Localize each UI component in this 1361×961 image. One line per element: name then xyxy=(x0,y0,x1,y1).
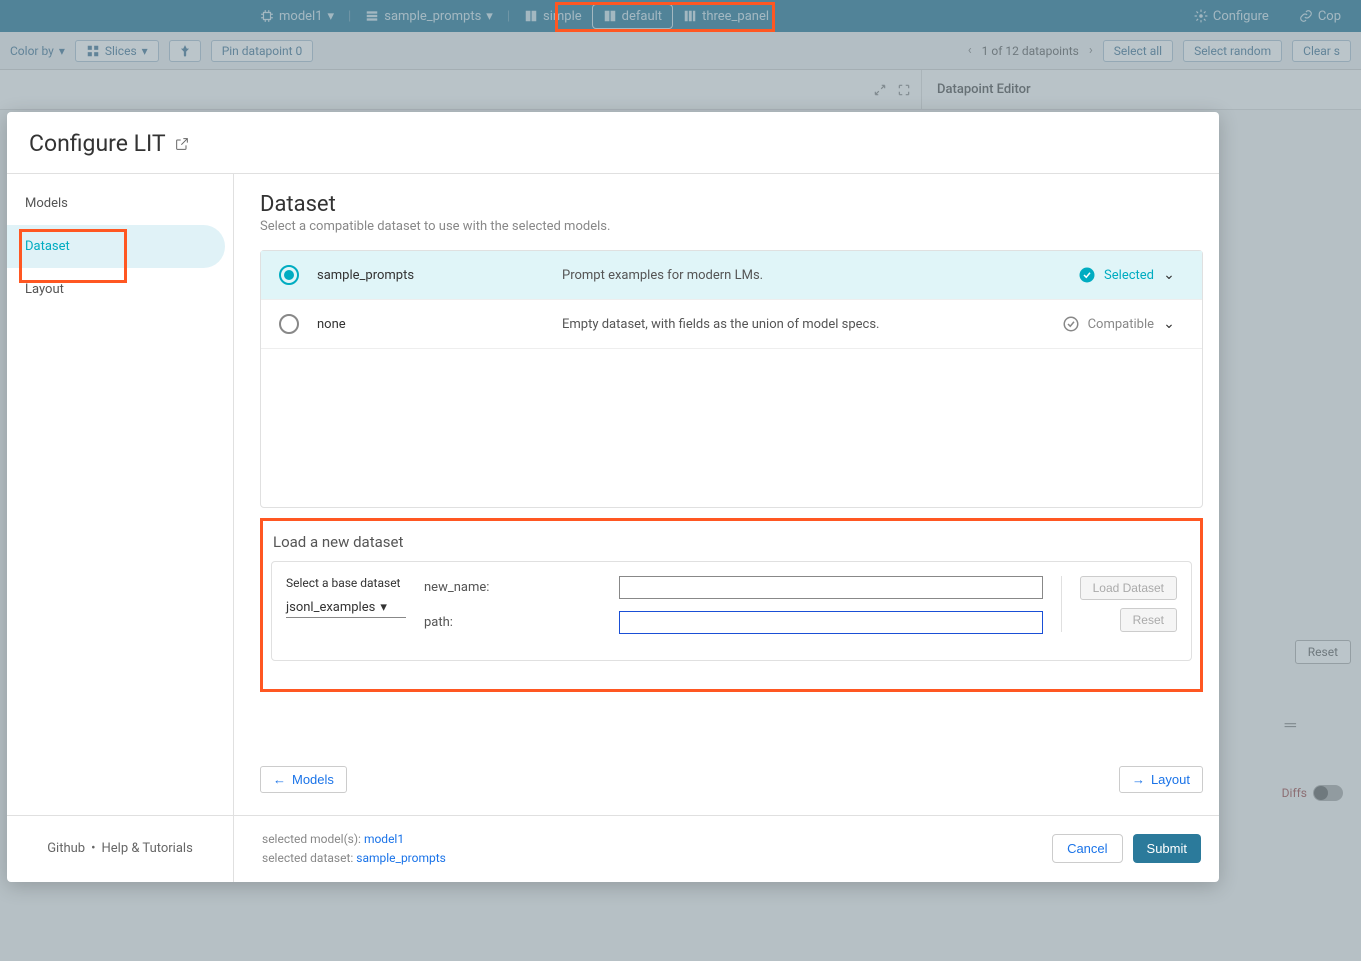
section-subtitle: Select a compatible dataset to use with … xyxy=(260,219,1203,234)
dataset-name: none xyxy=(317,317,562,332)
chevron-down-icon[interactable]: ⌄ xyxy=(1154,267,1184,283)
check-circle-outline-icon xyxy=(1062,315,1080,333)
load-dataset-section: Load a new dataset Select a base dataset… xyxy=(260,518,1203,692)
configure-modal: Configure LIT Models Dataset Layout Data… xyxy=(7,112,1219,882)
github-link[interactable]: Github xyxy=(47,841,85,856)
submit-button[interactable]: Submit xyxy=(1133,834,1201,863)
modal-main: Dataset Select a compatible dataset to u… xyxy=(234,174,1219,815)
base-dataset-select[interactable]: jsonl_examples ▾ xyxy=(286,598,406,618)
selected-model-link[interactable]: model1 xyxy=(364,832,404,846)
dataset-status: Selected xyxy=(1078,266,1154,284)
path-input[interactable] xyxy=(619,611,1043,634)
modal-footer: Github • Help & Tutorials selected model… xyxy=(7,815,1219,882)
reset-dataset-btn[interactable]: Reset xyxy=(1120,608,1177,632)
modal-header: Configure LIT xyxy=(7,112,1219,173)
load-dataset-btn[interactable]: Load Dataset xyxy=(1080,576,1177,600)
sidebar-item-layout[interactable]: Layout xyxy=(7,268,233,311)
base-dataset-label: Select a base dataset xyxy=(286,576,406,590)
caret-down-icon: ▾ xyxy=(380,600,387,615)
section-title: Dataset xyxy=(260,192,1203,217)
dataset-desc: Empty dataset, with fields as the union … xyxy=(562,317,1062,332)
external-link-icon[interactable] xyxy=(174,136,190,152)
load-section-title: Load a new dataset xyxy=(273,533,1192,551)
nav-buttons: ← Models → Layout xyxy=(260,758,1203,805)
radio-icon[interactable] xyxy=(279,265,299,285)
selection-info: selected model(s): model1 selected datas… xyxy=(262,830,446,868)
modal-title: Configure LIT xyxy=(29,130,1197,157)
new-name-label: new_name: xyxy=(424,580,619,595)
modal-sidebar: Models Dataset Layout xyxy=(7,174,234,815)
dataset-row[interactable]: none Empty dataset, with fields as the u… xyxy=(261,300,1202,349)
dataset-list: sample_prompts Prompt examples for moder… xyxy=(260,250,1203,508)
dataset-row[interactable]: sample_prompts Prompt examples for moder… xyxy=(261,251,1202,300)
back-btn[interactable]: ← Models xyxy=(260,766,347,793)
arrow-right-icon: → xyxy=(1132,772,1145,787)
chevron-down-icon[interactable]: ⌄ xyxy=(1154,316,1184,332)
radio-icon[interactable] xyxy=(279,314,299,334)
sidebar-item-dataset[interactable]: Dataset xyxy=(7,225,225,268)
forward-btn[interactable]: → Layout xyxy=(1119,766,1203,793)
help-link[interactable]: Help & Tutorials xyxy=(102,841,193,856)
cancel-button[interactable]: Cancel xyxy=(1052,834,1122,863)
dataset-desc: Prompt examples for modern LMs. xyxy=(562,268,1078,283)
dataset-status: Compatible xyxy=(1062,315,1154,333)
load-box: Select a base dataset jsonl_examples ▾ n… xyxy=(271,561,1192,661)
arrow-left-icon: ← xyxy=(273,772,286,787)
sidebar-item-models[interactable]: Models xyxy=(7,182,233,225)
new-name-input[interactable] xyxy=(619,576,1043,599)
check-circle-icon xyxy=(1078,266,1096,284)
dataset-name: sample_prompts xyxy=(317,268,562,283)
path-label: path: xyxy=(424,615,619,630)
selected-dataset-link[interactable]: sample_prompts xyxy=(356,851,446,865)
